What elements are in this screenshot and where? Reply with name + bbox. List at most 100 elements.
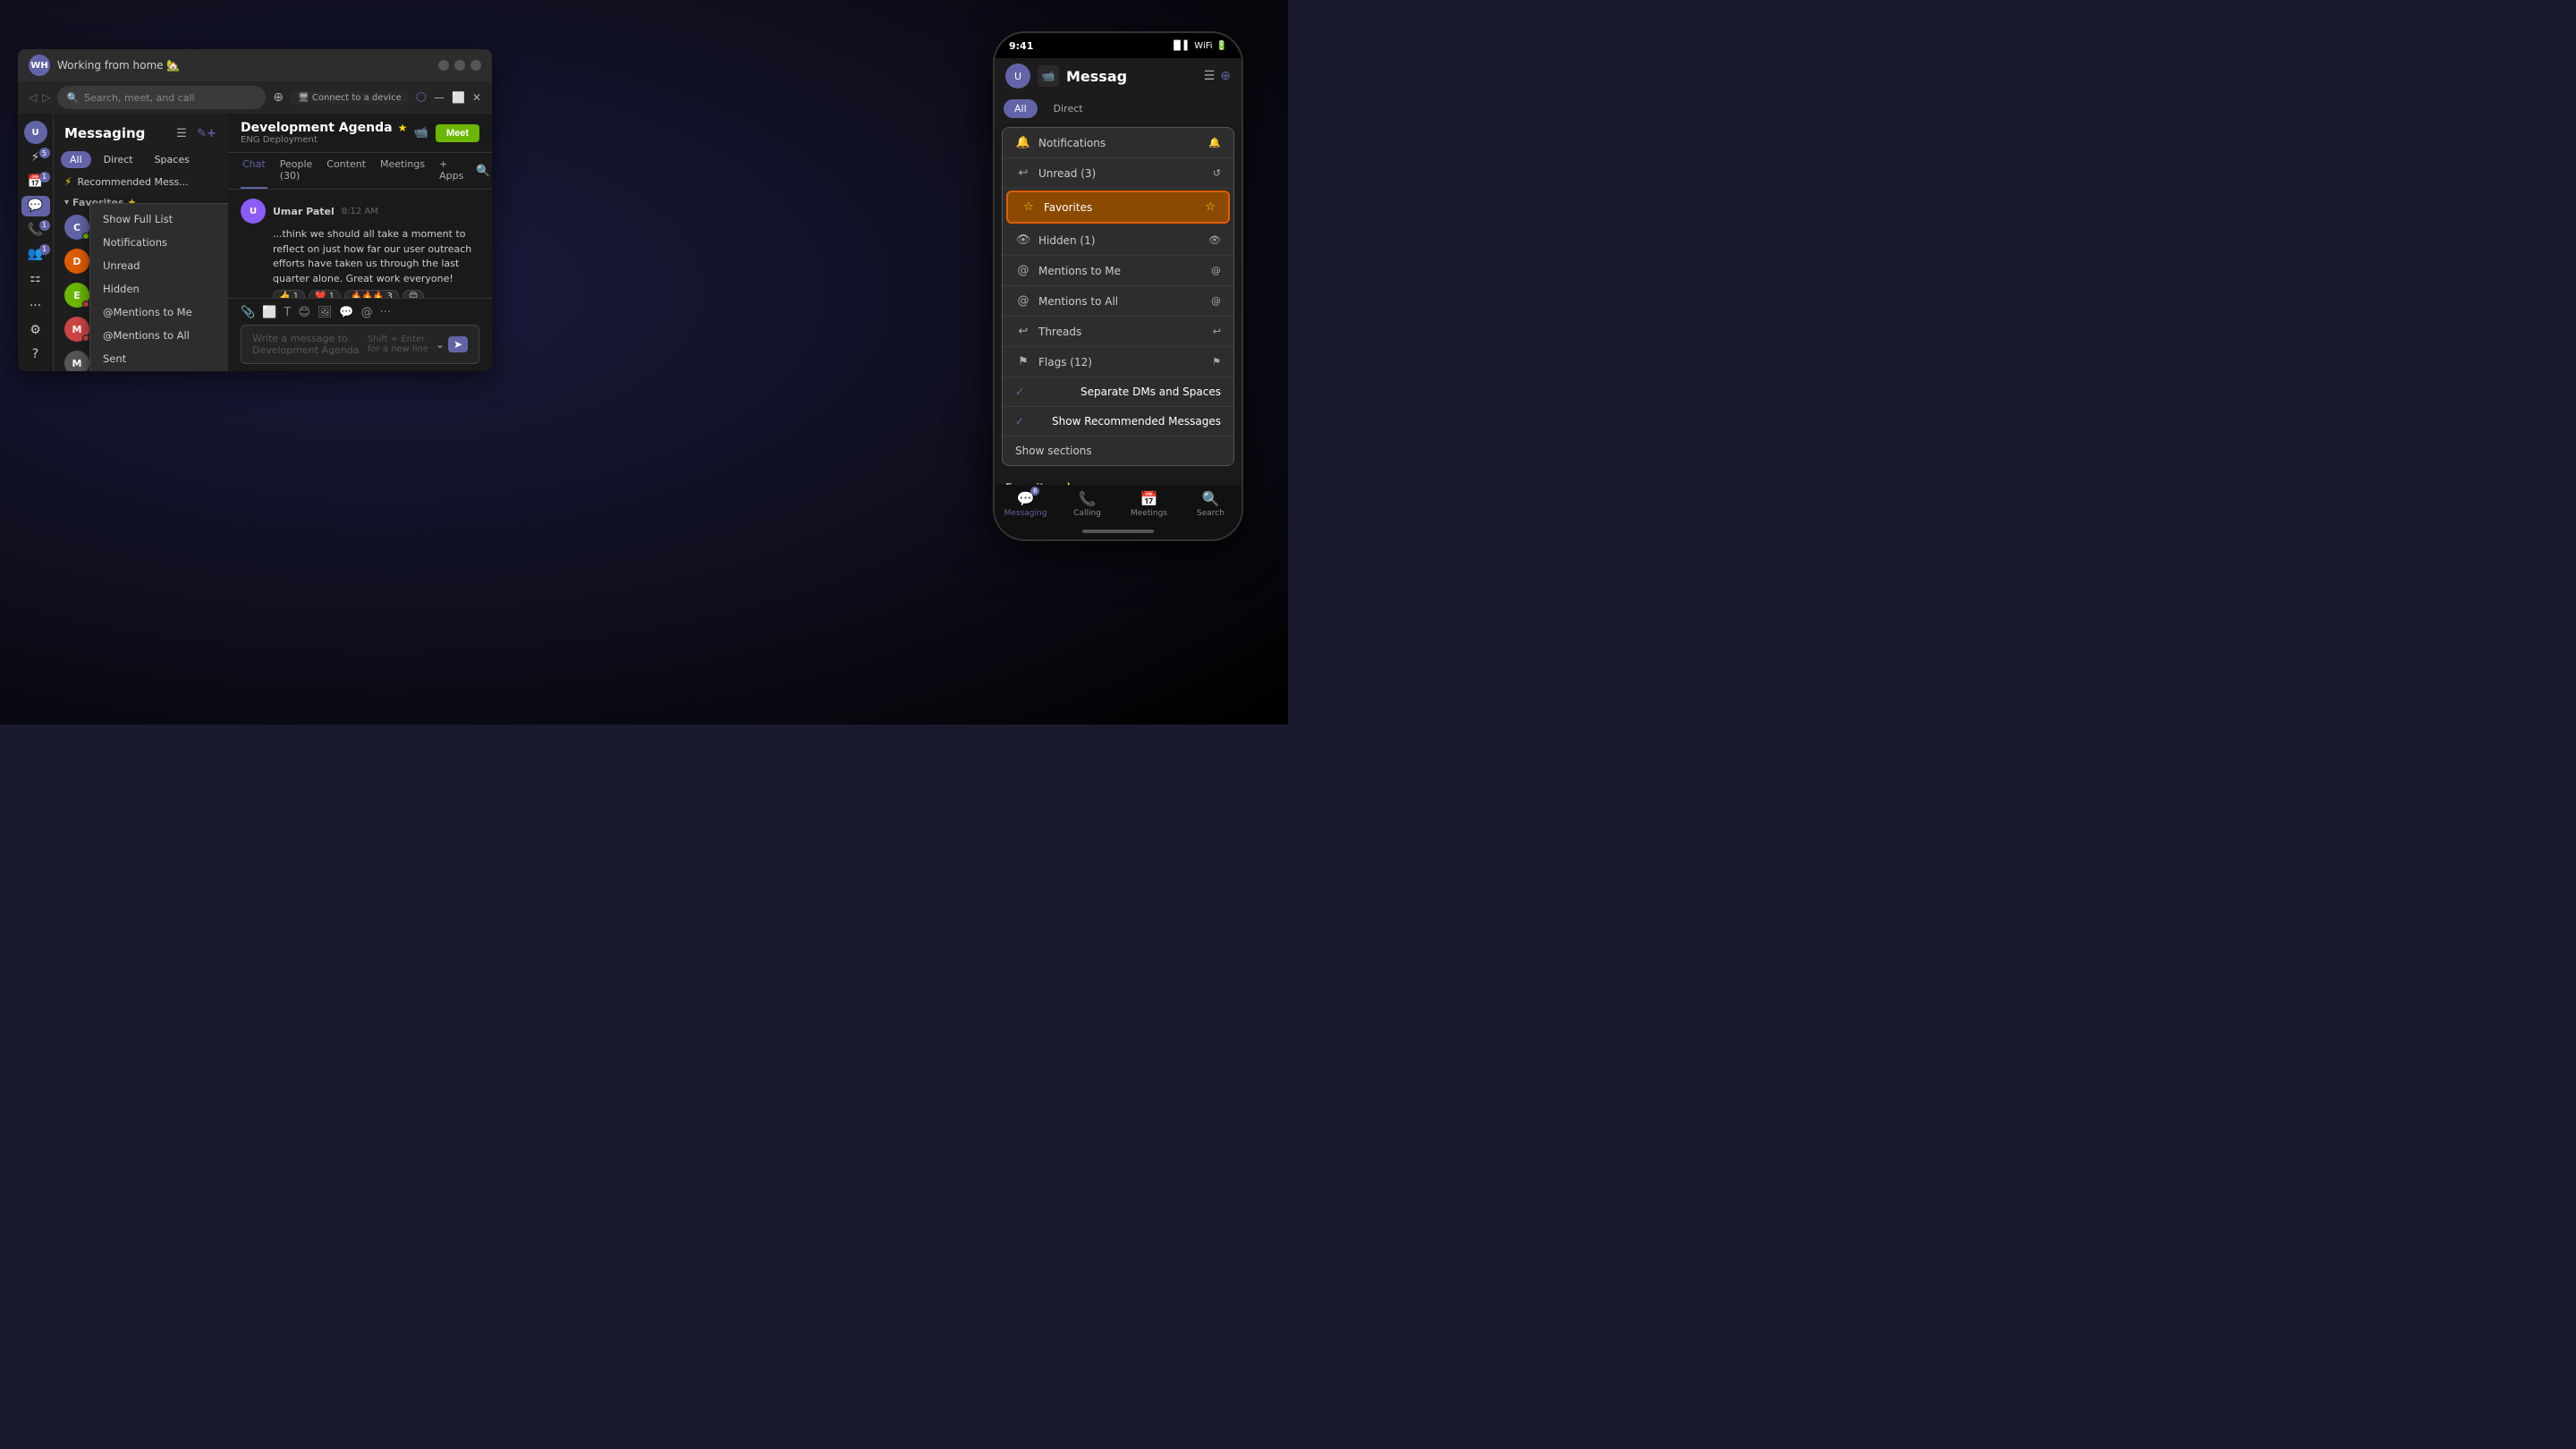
phone-add-icon[interactable]: ⊕ (1220, 69, 1231, 83)
recommended-row[interactable]: ⚡ Recommended Mess... (54, 172, 228, 191)
add-button[interactable]: ⊕ (273, 90, 284, 105)
compose-button[interactable]: ✎+ (196, 123, 217, 144)
rail-more[interactable]: ··· (21, 295, 50, 316)
emily-avatar: E (64, 283, 89, 308)
phone-dd-mentions-all[interactable]: @ Mentions to All @ (1003, 286, 1233, 317)
attach-icon[interactable]: 📎 (241, 306, 255, 319)
close-icon[interactable]: ✕ (472, 91, 481, 104)
rail-people[interactable]: 👥 1 (21, 244, 50, 265)
rail-help[interactable]: ? (21, 343, 50, 364)
maximize-icon[interactable]: ⬜ (452, 91, 465, 104)
rail-calls[interactable]: 📞 1 (21, 220, 50, 241)
compose-input[interactable]: Write a message to Development Agenda Sh… (241, 325, 479, 364)
messages-area[interactable]: U Umar Patel 8:12 AM ...think we should … (228, 190, 492, 298)
app-body: U ⚡ 5 📅 1 💬 📞 1 👥 1 ⚏ (18, 114, 492, 371)
dropdown-mentions-me[interactable]: @Mentions to Me (1) (90, 301, 228, 324)
dropdown-sent[interactable]: Sent (90, 347, 228, 370)
dropdown-mentions-all[interactable]: @Mentions to All (1) (90, 324, 228, 347)
rail-calendar[interactable]: 📅 1 (21, 172, 50, 192)
phone-nav-calling[interactable]: 📞 Calling (1056, 490, 1118, 518)
phone-dd-show-recommended[interactable]: Show Recommended Messages (1003, 407, 1233, 436)
dropdown-show-full[interactable]: Show Full List (9) (90, 208, 228, 231)
minimize-icon[interactable]: — (434, 91, 445, 104)
phone-list-icon[interactable]: ☰ (1204, 69, 1216, 83)
tab-spaces[interactable]: Spaces (146, 151, 199, 168)
gif-icon[interactable]: 🖼 (318, 306, 333, 319)
back-button[interactable]: ◁ (29, 91, 37, 104)
phone-flags-icon: ⚑ (1015, 355, 1031, 369)
expand-compose-icon[interactable]: ⌄ (436, 338, 445, 351)
reaction-1[interactable]: 👍 1 (273, 290, 305, 298)
rail-messaging[interactable]: 💬 (21, 196, 50, 216)
title-bar-text: Working from home 🏡 (57, 59, 438, 72)
phone-nav-search[interactable]: 🔍 Search (1180, 490, 1241, 518)
phone-dd-mentions-me[interactable]: @ Mentions to Me @ (1003, 256, 1233, 286)
reaction-smile[interactable]: 😊 (402, 290, 424, 298)
dropdown-unread[interactable]: Unread (4) (90, 254, 228, 277)
maximize-button[interactable] (454, 60, 465, 71)
msg-reactions-umar: 👍 1 ❤️ 1 🔥🔥🔥 3 😊 (273, 290, 479, 298)
phone-dd-favorites[interactable]: ☆ Favorites ☆ (1008, 192, 1228, 222)
phone-tab-direct[interactable]: Direct (1043, 99, 1094, 118)
phone-dd-flags[interactable]: ⚑ Flags (12) ⚑ (1003, 347, 1233, 377)
reaction-fire[interactable]: 🔥🔥🔥 3 (344, 290, 399, 298)
chat-tab-chat[interactable]: Chat (241, 153, 267, 189)
chat-tab-content[interactable]: Content (325, 153, 368, 189)
phone-notif-icon: 🔔 (1208, 137, 1221, 148)
rail-settings[interactable]: ⚙ (21, 319, 50, 340)
phone-dd-threads[interactable]: ↩ Threads ↩ (1003, 317, 1233, 347)
tab-direct[interactable]: Direct (95, 151, 142, 168)
favorite-star-icon[interactable]: ★ (398, 122, 408, 134)
send-button[interactable]: ➤ (448, 336, 468, 352)
phone-mention-me-icon: @ (1015, 264, 1031, 277)
compose-placeholder[interactable]: Write a message to Development Agenda (252, 333, 368, 356)
phone-dd-notifications[interactable]: 🔔 Notifications 🔔 (1003, 128, 1233, 158)
phone-tab-all[interactable]: All (1004, 99, 1038, 118)
video-icon[interactable]: 📹 (414, 126, 428, 140)
search-input[interactable]: Search, meet, and call (84, 92, 194, 104)
phone-header-avatar[interactable]: U (1005, 64, 1030, 89)
msg-header-umar: U Umar Patel 8:12 AM (241, 199, 479, 224)
phone-nav-messaging[interactable]: 💬 6 Messaging (995, 490, 1056, 518)
rail-avatar[interactable]: U (21, 121, 50, 144)
format-icon[interactable]: ⬜ (262, 306, 276, 319)
search-chat-icon[interactable]: 🔍 (476, 165, 490, 178)
more-compose-icon[interactable]: ··· (380, 306, 391, 319)
meet-button[interactable]: Meet (436, 124, 479, 142)
filter-button[interactable]: ☰ (171, 123, 192, 144)
phone-dd-unread[interactable]: ↩ Unread (3) ↺ (1003, 158, 1233, 189)
tab-all[interactable]: All (61, 151, 91, 168)
rail-activity[interactable]: ⚡ 5 (21, 148, 50, 168)
connect-device-button[interactable]: 🖥 Connect to a device (291, 91, 409, 105)
chat-tabs: Chat People (30) Content Meetings + Apps… (228, 153, 492, 190)
sidebar-header: Messaging ☰ ✎+ (54, 114, 228, 148)
desktop-app: WH Working from home 🏡 ◁ ▷ 🔍 Search, mee… (18, 49, 492, 371)
dropdown-hidden[interactable]: Hidden (5) (90, 277, 228, 301)
phone-dd-show-sections[interactable]: Show sections (1003, 436, 1233, 465)
dropdown-notifications[interactable]: Notifications (4) (90, 231, 228, 254)
mention-icon[interactable]: @ (361, 306, 373, 319)
reaction-heart[interactable]: ❤️ 1 (309, 290, 341, 298)
sticker-icon[interactable]: 💬 (339, 306, 353, 319)
chat-title: Development Agenda ★ (241, 121, 407, 135)
text-format-icon[interactable]: T (284, 306, 291, 319)
phone-nav-messaging-label: Messaging (1004, 509, 1047, 518)
chat-tab-people[interactable]: People (30) (278, 153, 315, 189)
phone-nav-meetings-label: Meetings (1131, 509, 1167, 518)
phone-dd-hidden[interactable]: 👁 Hidden (1) 👁 (1003, 225, 1233, 256)
search-bar: ◁ ▷ 🔍 Search, meet, and call ⊕ 🖥 Connect… (18, 81, 492, 114)
forward-button[interactable]: ▷ (42, 91, 50, 104)
rail-apps[interactable]: ⚏ (21, 267, 50, 288)
chat-tab-meetings[interactable]: Meetings (378, 153, 427, 189)
window-controls[interactable] (438, 60, 481, 71)
close-button[interactable] (470, 60, 481, 71)
emoji-icon[interactable]: 😊 (298, 306, 310, 319)
search-input-wrap[interactable]: 🔍 Search, meet, and call (57, 86, 266, 109)
user-avatar: WH (29, 55, 50, 76)
phone-dd-separate-dms[interactable]: Separate DMs and Spaces (1003, 377, 1233, 407)
phone-video-icon[interactable]: 📹 (1038, 65, 1059, 87)
minimize-button[interactable] (438, 60, 449, 71)
chat-tab-apps[interactable]: + Apps (437, 153, 465, 189)
phone-eye-icon: 👁 (1208, 234, 1221, 246)
phone-nav-meetings[interactable]: 📅 Meetings (1118, 490, 1180, 518)
